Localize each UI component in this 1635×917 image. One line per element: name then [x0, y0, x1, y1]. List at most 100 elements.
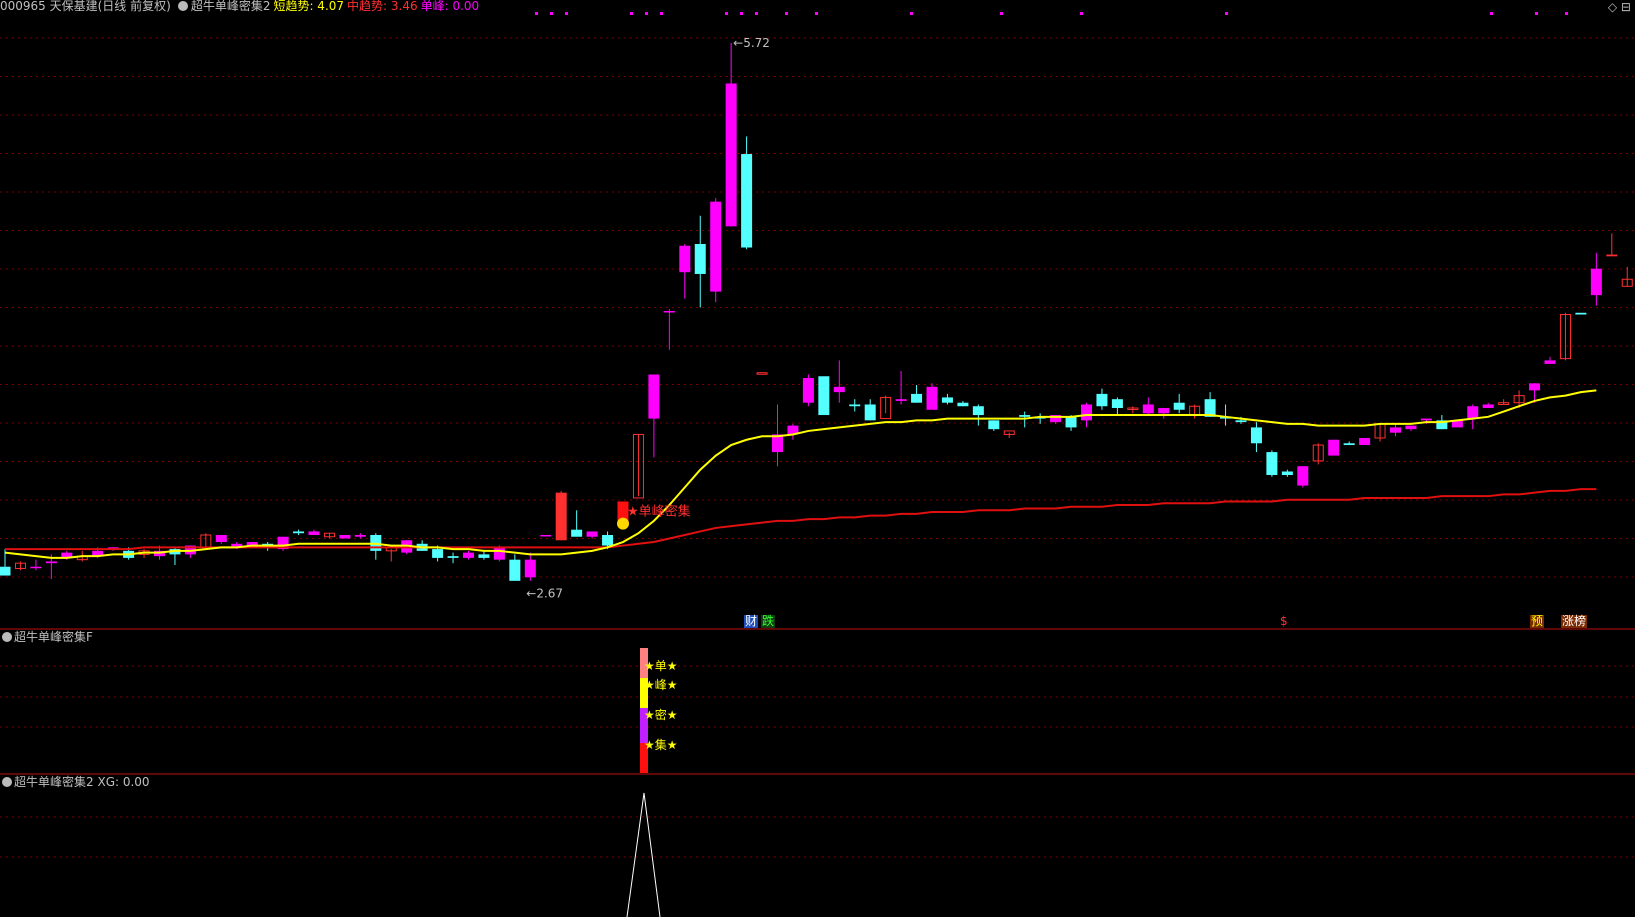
candle-body — [1482, 404, 1494, 408]
candle-body — [1405, 425, 1417, 430]
signal-label: ★单峰密集 — [627, 504, 691, 520]
candle-body — [725, 83, 737, 227]
candle-body — [30, 566, 42, 569]
top-marker — [815, 12, 818, 15]
candle-body — [833, 386, 845, 393]
candle-body — [524, 559, 536, 578]
top-marker — [1225, 12, 1228, 15]
candle-body — [1281, 471, 1293, 476]
top-marker — [1080, 12, 1083, 15]
short-ma-line — [4, 389, 1597, 559]
event-badge[interactable]: 预 — [1530, 615, 1545, 628]
candle-body — [571, 529, 583, 537]
candle-body — [586, 531, 598, 537]
candle-body — [555, 492, 567, 541]
candle-body — [45, 561, 57, 564]
top-marker — [565, 12, 568, 15]
candle-body — [602, 534, 614, 546]
candle-body — [1297, 466, 1309, 486]
event-badge[interactable]: 涨榜 — [1561, 615, 1588, 628]
top-marker — [645, 12, 648, 15]
panel3-header: 超牛单峰密集2 XG: 0.00 — [2, 776, 150, 788]
candle-body — [1266, 452, 1278, 476]
panel2-title[interactable]: 超牛单峰密集F — [14, 630, 93, 644]
top-marker — [1490, 12, 1493, 15]
candle-body — [1606, 254, 1618, 257]
candle-body — [895, 399, 907, 401]
candle-body — [1544, 360, 1556, 364]
candle-body — [432, 549, 444, 558]
candle-body — [1111, 399, 1123, 408]
mid-trend-value: 中趋势: 3.46 — [347, 0, 418, 13]
candle-body — [1359, 437, 1371, 446]
stock-code-title[interactable]: 000965 天保基建(日线 前复权) — [0, 0, 171, 13]
top-marker — [1535, 12, 1538, 15]
top-marker — [550, 12, 553, 15]
event-badge[interactable]: $ — [1279, 615, 1289, 628]
xg-value: XG: 0.00 — [97, 775, 150, 789]
candle-body — [741, 154, 753, 248]
top-marker — [630, 12, 633, 15]
candle-body — [694, 243, 706, 274]
candle-body — [1235, 420, 1247, 423]
candle-body — [1467, 406, 1479, 419]
candle-body — [1019, 415, 1031, 417]
settings-icon[interactable] — [2, 632, 12, 642]
candle-body — [802, 378, 814, 403]
candle-body — [663, 311, 675, 313]
candle-body — [926, 386, 938, 410]
candle-body — [1142, 404, 1154, 414]
candle-body — [339, 534, 351, 539]
candle-body — [756, 372, 768, 375]
candle-body — [354, 534, 366, 537]
top-marker — [755, 12, 758, 15]
candle-body — [1328, 439, 1340, 456]
event-badge[interactable]: 跌 — [761, 615, 776, 628]
high-price-label: ←5.72 — [733, 36, 770, 50]
single-peak-value: 单峰: 0.00 — [420, 0, 480, 13]
candle-body — [463, 552, 474, 558]
money-bag-icon — [617, 517, 629, 530]
top-marker — [660, 12, 663, 15]
top-marker — [725, 12, 728, 15]
panel2-signal-label: ★密★ — [644, 707, 678, 722]
top-marker — [910, 12, 913, 15]
candle-body — [972, 406, 984, 416]
candle-body — [1065, 416, 1077, 428]
candle-body — [0, 566, 11, 576]
panel3-title[interactable]: 超牛单峰密集2 — [14, 775, 94, 789]
candle-body — [849, 404, 861, 407]
candle-body — [308, 531, 320, 535]
candle-body — [215, 534, 227, 543]
candle-body — [988, 420, 1000, 430]
event-badge[interactable]: 财 — [744, 615, 759, 628]
candle-body — [1343, 443, 1355, 446]
top-marker — [785, 12, 788, 15]
candle-body — [648, 374, 660, 419]
candle-body — [957, 402, 969, 407]
settings-icon[interactable] — [177, 1, 188, 11]
long-ma-line — [5, 488, 1597, 551]
candle-body — [478, 554, 490, 558]
candle-body — [1420, 418, 1432, 421]
short-trend-value: 短趋势: 4.07 — [273, 0, 345, 13]
top-marker — [1000, 12, 1003, 15]
xg-spike-line — [626, 792, 661, 917]
stock-chart[interactable]: ←5.72 ←2.67 ★单峰密集 ★单★ ★峰★ ★密★ ★集★ — [0, 0, 1635, 917]
diamond-icon[interactable]: ◇ ⊟ — [1608, 0, 1631, 14]
candle-body — [1081, 404, 1092, 421]
indicator-name[interactable]: 超牛单峰密集2 — [191, 0, 271, 13]
candle-body — [447, 556, 459, 558]
candle-body — [293, 531, 305, 534]
top-marker — [535, 12, 538, 15]
candle-body — [818, 376, 830, 416]
top-marker — [1565, 12, 1568, 15]
panel2-signal-label: ★峰★ — [644, 678, 678, 692]
panel2-header: 超牛单峰密集F — [2, 631, 93, 643]
panel2-signal-label: ★单★ — [644, 659, 678, 673]
candle-body — [1096, 393, 1108, 407]
top-marker — [740, 12, 743, 15]
candle-body — [493, 547, 505, 560]
low-price-label: ←2.67 — [526, 587, 563, 601]
settings-icon[interactable] — [2, 777, 12, 787]
